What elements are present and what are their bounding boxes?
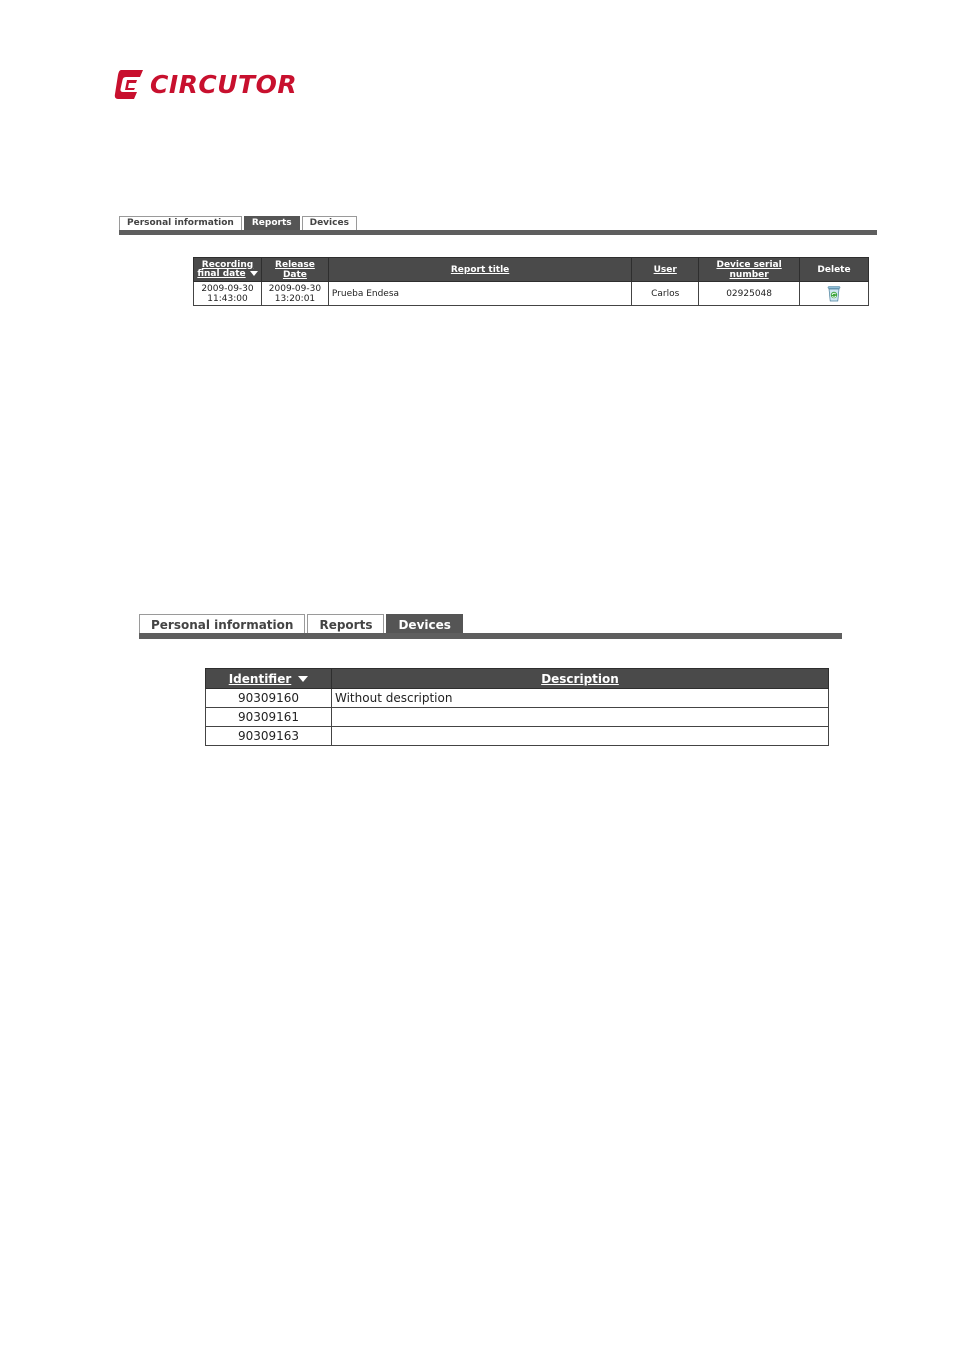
devices-table: Identifier Description 90309160 Without … <box>205 668 829 746</box>
tab-devices[interactable]: Devices <box>386 614 463 633</box>
table-row[interactable]: 90309160 Without description <box>205 688 829 708</box>
device-description-cell <box>331 707 829 727</box>
circutor-logo-icon <box>114 70 143 99</box>
table-row: 2009-09-30 11:43:00 2009-09-30 13:20:01 … <box>193 281 869 306</box>
column-header-description[interactable]: Description <box>331 668 829 689</box>
tab-reports[interactable]: Reports <box>243 216 300 230</box>
device-description-cell <box>331 726 829 746</box>
table-row[interactable]: 90309161 <box>205 707 829 727</box>
column-header-release-date[interactable]: Release Date <box>260 257 329 282</box>
device-identifier-cell: 90309161 <box>205 707 332 727</box>
column-header-delete: Delete <box>799 257 869 282</box>
tab-devices[interactable]: Devices <box>301 216 357 230</box>
delete-cell <box>799 281 869 306</box>
sort-down-icon <box>298 676 309 682</box>
devices-header-row: Identifier Description <box>205 668 829 689</box>
tab-underline-bar <box>119 230 877 235</box>
user-cell: Carlos <box>631 281 700 306</box>
column-header-device-serial-number[interactable]: Device serial number <box>698 257 801 282</box>
column-header-identifier[interactable]: Identifier <box>205 668 332 689</box>
reports-header-row: Recording final date Release Date Report… <box>193 257 869 282</box>
devices-tab-panel: Personal information Reports Devices <box>139 614 842 639</box>
device-description-cell: Without description <box>331 688 829 708</box>
reports-tab-panel: Personal information Reports Devices <box>119 215 877 235</box>
device-serial-cell: 02925048 <box>698 281 801 306</box>
column-header-user[interactable]: User <box>631 257 700 282</box>
tab-reports[interactable]: Reports <box>307 614 385 633</box>
tab-personal-information[interactable]: Personal information <box>139 614 306 633</box>
device-identifier-cell: 90309160 <box>205 688 332 708</box>
reports-table: Recording final date Release Date Report… <box>193 257 869 306</box>
device-identifier-cell: 90309163 <box>205 726 332 746</box>
release-date-cell: 2009-09-30 13:20:01 <box>260 281 329 306</box>
tab-personal-information[interactable]: Personal information <box>119 216 242 230</box>
column-header-report-title[interactable]: Report title <box>327 257 633 282</box>
recycle-bin-icon[interactable] <box>826 285 842 302</box>
sort-down-icon <box>249 270 258 276</box>
table-row[interactable]: 90309163 <box>205 726 829 746</box>
brand-logo: CIRCUTOR <box>113 66 297 102</box>
recording-date-cell: 2009-09-30 11:43:00 <box>193 281 262 306</box>
brand-name: CIRCUTOR <box>150 69 298 99</box>
column-header-recording-final-date[interactable]: Recording final date <box>193 257 262 282</box>
report-title-cell: Prueba Endesa <box>327 281 633 306</box>
